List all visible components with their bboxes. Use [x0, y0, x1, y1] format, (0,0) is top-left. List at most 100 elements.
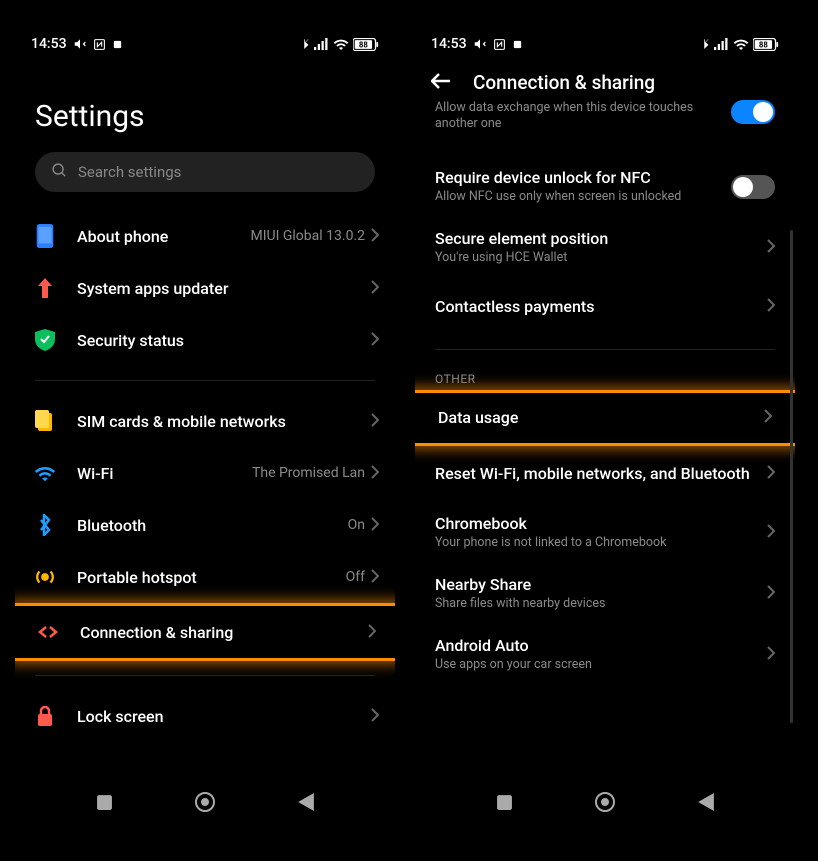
nav-recent-button[interactable] [96, 794, 113, 815]
divider [35, 380, 375, 381]
wifi-icon [31, 459, 59, 487]
row-wifi[interactable]: Wi-Fi The Promised Lan [15, 447, 395, 499]
row-value: Off [346, 569, 365, 586]
row-bluetooth[interactable]: Bluetooth On [15, 499, 395, 551]
row-reset-networks[interactable]: Reset Wi-Fi, mobile networks, and Blueto… [415, 446, 795, 502]
row-value: On [348, 517, 365, 534]
nav-back-button[interactable] [298, 793, 314, 815]
phone-icon [31, 222, 59, 250]
chevron-right-icon [368, 623, 376, 642]
row-nfc[interactable]: Allow data exchange when this device tou… [415, 100, 795, 156]
row-label: Chromebook [435, 514, 755, 533]
nav-home-button[interactable] [195, 792, 215, 816]
row-label: Bluetooth [77, 516, 348, 535]
row-hotspot[interactable]: Portable hotspot Off [15, 551, 395, 603]
row-sub: Use apps on your car screen [435, 657, 755, 673]
search-placeholder: Search settings [78, 163, 181, 181]
chevron-right-icon [767, 584, 775, 603]
row-label: Connection & sharing [80, 623, 368, 642]
row-sub: Share files with nearby devices [435, 596, 755, 612]
battery-icon: 88 [353, 38, 379, 51]
sim-icon [31, 407, 59, 435]
chevron-right-icon [371, 464, 379, 483]
row-contactless-payments[interactable]: Contactless payments [415, 279, 795, 335]
status-time: 14:53 [31, 36, 67, 52]
row-connection-sharing[interactable]: Connection & sharing [15, 603, 395, 661]
row-label: Wi-Fi [77, 464, 252, 483]
row-label: Reset Wi-Fi, mobile networks, and Blueto… [435, 464, 755, 483]
signal-icon [714, 38, 729, 50]
row-label: Contactless payments [435, 297, 755, 316]
square-icon [112, 39, 123, 50]
back-button[interactable] [431, 73, 451, 93]
nfc-toggle[interactable] [731, 100, 775, 124]
row-secure-element[interactable]: Secure element position You're using HCE… [415, 217, 795, 278]
row-sim-cards[interactable]: SIM cards & mobile networks [15, 395, 395, 447]
chevron-right-icon [371, 516, 379, 535]
chevron-right-icon [767, 464, 775, 483]
nfc-icon [93, 38, 106, 51]
chevron-right-icon [371, 331, 379, 350]
row-label: Security status [77, 331, 371, 350]
unlock-nfc-toggle[interactable] [731, 175, 775, 199]
row-android-auto[interactable]: Android Auto Use apps on your car screen [415, 624, 795, 685]
row-security-status[interactable]: Security status [15, 314, 395, 366]
square-icon [512, 39, 523, 50]
chevron-right-icon [371, 227, 379, 246]
row-label: SIM cards & mobile networks [77, 412, 371, 431]
svg-text:88: 88 [759, 40, 768, 49]
wifi-icon [733, 38, 749, 50]
row-label: Secure element position [435, 229, 755, 248]
row-nearby-share[interactable]: Nearby Share Share files with nearby dev… [415, 563, 795, 624]
scrollbar[interactable] [790, 230, 793, 723]
chevron-right-icon [767, 238, 775, 257]
row-data-usage[interactable]: Data usage [415, 390, 795, 446]
row-label: Require device unlock for NFC [435, 168, 719, 187]
row-sub: Allow data exchange when this device tou… [435, 100, 719, 133]
row-sub: Your phone is not linked to a Chromebook [435, 535, 755, 551]
shield-icon [31, 326, 59, 354]
search-icon [51, 162, 68, 183]
nav-recent-button[interactable] [496, 794, 513, 815]
bluetooth-icon [699, 37, 710, 51]
navigation-bar [15, 783, 395, 825]
row-lock-screen[interactable]: Lock screen [15, 690, 395, 742]
bluetooth-icon [299, 37, 310, 51]
page-title: Settings [15, 57, 395, 152]
row-label: Nearby Share [435, 575, 755, 594]
lock-icon [31, 702, 59, 730]
mute-icon [73, 37, 87, 51]
status-time: 14:53 [431, 36, 467, 52]
divider [435, 349, 775, 350]
header: Connection & sharing [415, 57, 795, 100]
row-chromebook[interactable]: Chromebook Your phone is not linked to a… [415, 502, 795, 563]
row-label: Portable hotspot [77, 568, 346, 587]
connection-icon [34, 618, 62, 646]
nfc-icon [493, 38, 506, 51]
status-bar: 14:53 88 [415, 25, 795, 57]
update-icon [31, 274, 59, 302]
chevron-right-icon [767, 645, 775, 664]
row-require-unlock-nfc[interactable]: Require device unlock for NFC Allow NFC … [415, 156, 795, 217]
row-label: Data usage [438, 408, 752, 427]
chevron-right-icon [371, 568, 379, 587]
search-input[interactable]: Search settings [35, 152, 375, 192]
row-value: The Promised Lan [252, 465, 365, 482]
nav-home-button[interactable] [595, 792, 615, 816]
chevron-right-icon [371, 707, 379, 726]
chevron-right-icon [764, 408, 772, 427]
battery-icon: 88 [753, 38, 779, 51]
chevron-right-icon [767, 297, 775, 316]
settings-screen: 14:53 88 Settings Search settings About … [15, 25, 395, 825]
chevron-right-icon [767, 523, 775, 542]
row-sub: Allow NFC use only when screen is unlock… [435, 189, 719, 205]
row-system-updater[interactable]: System apps updater [15, 262, 395, 314]
signal-icon [314, 38, 329, 50]
bluetooth-icon [31, 511, 59, 539]
row-value: MIUI Global 13.0.2 [250, 228, 365, 245]
status-bar: 14:53 88 [15, 25, 395, 57]
navigation-bar [415, 783, 795, 825]
nav-back-button[interactable] [698, 793, 714, 815]
row-about-phone[interactable]: About phone MIUI Global 13.0.2 [15, 210, 395, 262]
row-sub: You're using HCE Wallet [435, 250, 755, 266]
